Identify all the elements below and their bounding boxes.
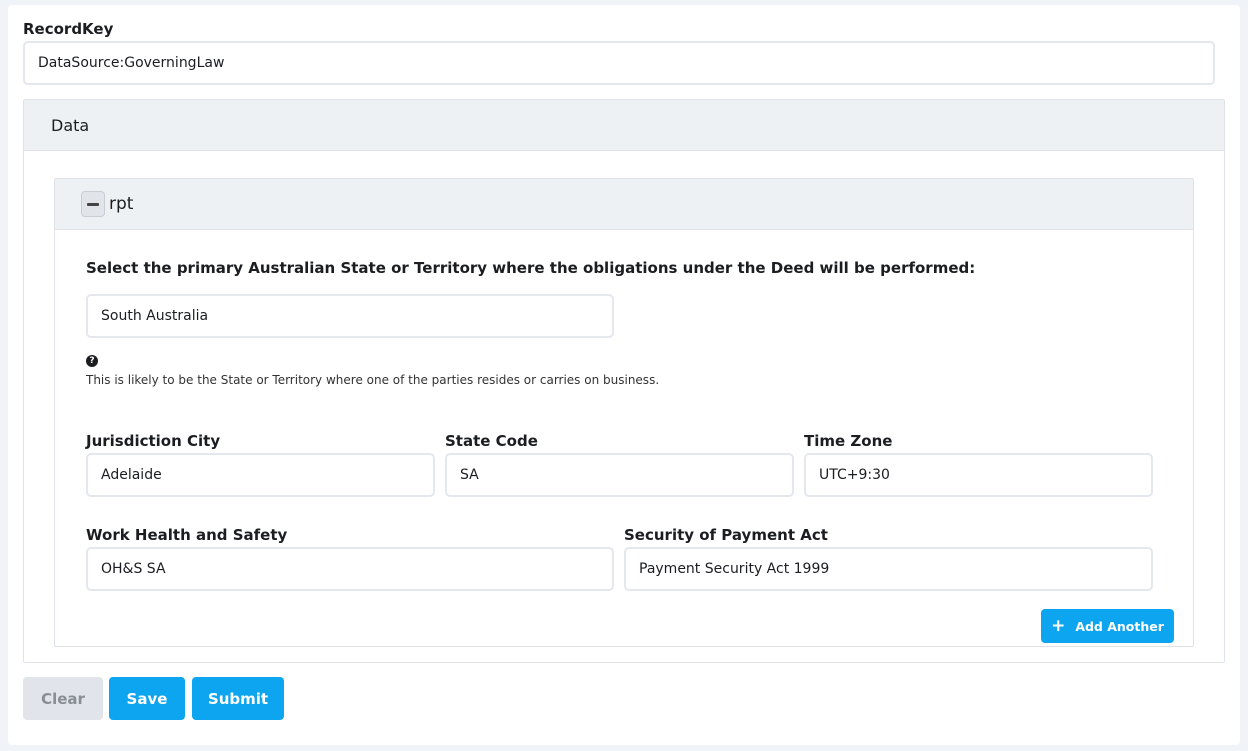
state-code-input[interactable]: SA bbox=[445, 453, 794, 497]
minus-icon bbox=[87, 203, 99, 206]
rpt-panel-header: rpt bbox=[55, 179, 1193, 230]
data-panel-header: Data bbox=[24, 100, 1224, 151]
question-circle-icon[interactable]: ? bbox=[86, 355, 98, 367]
security-payment-input[interactable]: Payment Security Act 1999 bbox=[624, 547, 1153, 591]
whs-input[interactable]: OH&S SA bbox=[86, 547, 614, 591]
save-button[interactable]: Save bbox=[109, 677, 185, 720]
jurisdiction-city-input[interactable]: Adelaide bbox=[86, 453, 435, 497]
whs-label: Work Health and Safety bbox=[86, 526, 288, 544]
data-panel: Data rpt Select the primary Australian S… bbox=[23, 99, 1225, 663]
time-zone-label: Time Zone bbox=[804, 432, 893, 450]
security-payment-label: Security of Payment Act bbox=[624, 526, 828, 544]
time-zone-input[interactable]: UTC+9:30 bbox=[804, 453, 1153, 497]
record-key-label: RecordKey bbox=[23, 20, 114, 38]
add-another-label: Add Another bbox=[1075, 618, 1164, 634]
submit-button[interactable]: Submit bbox=[192, 677, 284, 720]
state-code-label: State Code bbox=[445, 432, 538, 450]
rpt-panel: rpt Select the primary Australian State … bbox=[54, 178, 1194, 647]
add-another-button[interactable]: + Add Another bbox=[1041, 609, 1174, 643]
form-page: RecordKey DataSource:GoverningLaw Data r… bbox=[8, 5, 1240, 745]
record-key-input[interactable]: DataSource:GoverningLaw bbox=[23, 41, 1215, 85]
data-panel-title: Data bbox=[51, 116, 90, 135]
collapse-button[interactable] bbox=[81, 191, 105, 217]
state-help-text: This is likely to be the State or Territ… bbox=[86, 373, 660, 387]
rpt-panel-title: rpt bbox=[109, 194, 134, 214]
plus-icon: + bbox=[1051, 615, 1066, 636]
state-select[interactable]: South Australia bbox=[86, 294, 614, 338]
clear-button[interactable]: Clear bbox=[23, 677, 103, 720]
state-question-label: Select the primary Australian State or T… bbox=[86, 259, 976, 277]
jurisdiction-city-label: Jurisdiction City bbox=[86, 432, 221, 450]
